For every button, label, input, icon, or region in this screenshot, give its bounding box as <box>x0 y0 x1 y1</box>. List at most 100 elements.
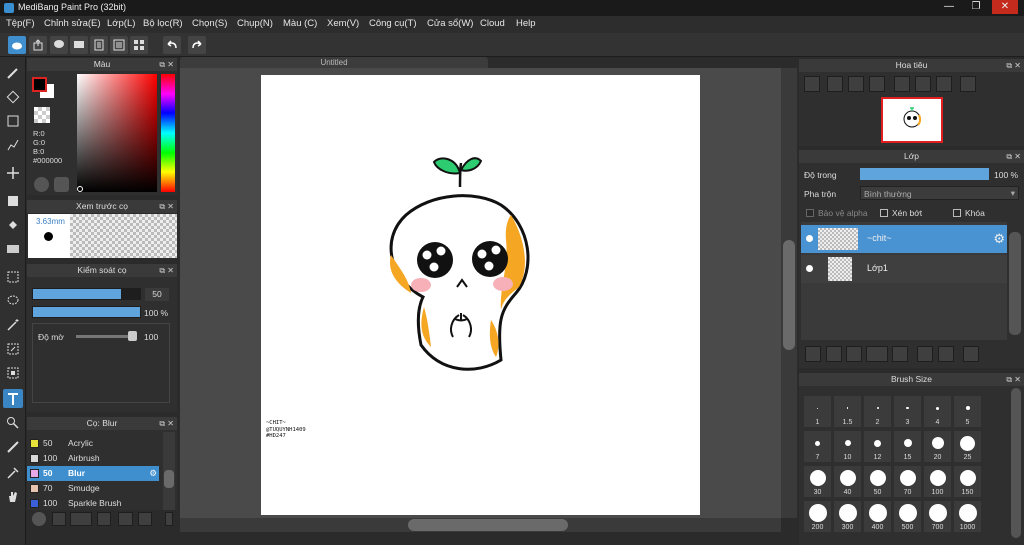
panel-float-close-icon[interactable]: ⧉ ✕ <box>1006 150 1021 163</box>
menu-tools[interactable]: Công cụ(T) <box>369 18 417 29</box>
zoom-fit-icon[interactable] <box>804 76 820 92</box>
brush-size-cell[interactable]: 7 <box>804 431 831 462</box>
maximize-button[interactable]: ❐ <box>963 0 989 14</box>
menu-filter[interactable]: Bộ lọc(R) <box>143 18 183 29</box>
hand-tool-icon[interactable] <box>3 487 23 506</box>
menu-layer[interactable]: Lớp(L) <box>107 18 135 29</box>
hue-slider[interactable] <box>161 74 175 192</box>
duplicate-brush-icon[interactable] <box>138 512 152 526</box>
brush-size-cell[interactable]: 10 <box>834 431 861 462</box>
fullscreen-icon[interactable] <box>915 76 931 92</box>
brush-settings-icon[interactable] <box>97 512 111 526</box>
eyedropper-tool-icon[interactable] <box>3 463 23 482</box>
new-halftone-layer-icon[interactable] <box>826 346 842 362</box>
brush-size-cell[interactable]: 25 <box>954 431 981 462</box>
color-picker-icon[interactable] <box>54 177 69 192</box>
delete-brush-icon[interactable] <box>165 512 173 526</box>
lasso-tool-icon[interactable] <box>3 291 23 310</box>
brush-size-cell[interactable]: 15 <box>894 431 921 462</box>
menu-select[interactable]: Chọn(S) <box>192 18 227 29</box>
brush-size-cell[interactable]: 4 <box>924 396 951 427</box>
magic-wand-icon[interactable] <box>3 315 23 334</box>
blend-mode-select[interactable]: Bình thường ▾ <box>860 186 1019 200</box>
transparent-color-swatch[interactable] <box>34 107 50 123</box>
rotate-left-icon[interactable] <box>894 76 910 92</box>
brush-size-cell[interactable]: 200 <box>804 501 831 532</box>
panel-float-close-icon[interactable]: ⧉ ✕ <box>1006 373 1021 386</box>
brush-size-slider[interactable] <box>32 288 141 300</box>
canvas-vertical-scroll-thumb[interactable] <box>783 240 795 350</box>
canvas-horizontal-scroll-thumb[interactable] <box>408 519 568 531</box>
brush-item-smudge[interactable]: 70 Smudge <box>27 481 159 496</box>
rectangle-tool-icon[interactable] <box>3 111 23 130</box>
comment-icon[interactable] <box>50 36 68 54</box>
brush-size-cell[interactable]: 12 <box>864 431 891 462</box>
text-tool-icon[interactable] <box>3 389 23 408</box>
brush-size-cell[interactable]: 3 <box>894 396 921 427</box>
cloud-brush-icon[interactable] <box>32 512 46 526</box>
duplicate-layer-icon[interactable] <box>917 346 933 362</box>
brush-size-cell[interactable]: 5 <box>954 396 981 427</box>
brush-size-cell[interactable]: 20 <box>924 431 951 462</box>
lock-checkbox[interactable] <box>953 209 961 217</box>
brush-size-cell[interactable]: 30 <box>804 466 831 497</box>
new-brush-icon[interactable] <box>52 512 66 526</box>
gear-icon[interactable]: ⚙ <box>149 466 157 481</box>
eye-icon[interactable] <box>806 265 813 272</box>
gear-icon[interactable]: ⚙ <box>993 231 1005 247</box>
new-bit-layer-icon[interactable] <box>846 346 862 362</box>
divide-tool-icon[interactable] <box>3 437 23 456</box>
actual-size-icon[interactable] <box>848 76 864 92</box>
brush-size-cell[interactable]: 70 <box>894 466 921 497</box>
brush-size-cell[interactable]: 300 <box>834 501 861 532</box>
brush-item-airbrush[interactable]: 100 Airbrush <box>27 451 159 466</box>
layer-opacity-slider[interactable] <box>860 168 989 180</box>
brush-size-cell[interactable]: 2 <box>864 396 891 427</box>
brush-list-scroll-thumb[interactable] <box>164 470 174 488</box>
brush-size-scrollbar[interactable] <box>1011 388 1021 538</box>
color-palette-icon[interactable] <box>34 177 49 192</box>
clipping-checkbox[interactable] <box>880 209 888 217</box>
minimize-button[interactable]: — <box>936 0 962 14</box>
layer-folder-icon[interactable] <box>892 346 908 362</box>
menu-cloud[interactable]: Cloud <box>480 18 505 29</box>
close-button[interactable]: ✕ <box>992 0 1018 14</box>
menu-color[interactable]: Màu (C) <box>283 18 317 29</box>
eye-icon[interactable] <box>806 235 813 242</box>
panel-float-close-icon[interactable]: ⧉ ✕ <box>159 417 174 430</box>
panel-float-close-icon[interactable]: ⧉ ✕ <box>159 58 174 71</box>
brush-tool-icon[interactable] <box>3 63 23 82</box>
merge-layer-icon[interactable] <box>938 346 954 362</box>
panel-float-close-icon[interactable]: ⧉ ✕ <box>1006 59 1021 72</box>
layer-row-chit[interactable]: ~chit~ ⚙ <box>801 225 1007 253</box>
move-tool-icon[interactable] <box>3 163 23 182</box>
menu-help[interactable]: Help <box>516 18 536 29</box>
panel-float-close-icon[interactable]: ⧉ ✕ <box>159 200 174 213</box>
layer-list-scrollbar[interactable] <box>1009 232 1021 335</box>
brush-size-cell[interactable]: 700 <box>924 501 951 532</box>
blur-slider[interactable] <box>76 335 136 338</box>
document-tab[interactable]: Untitled <box>180 57 488 68</box>
panel-float-close-icon[interactable]: ⧉ ✕ <box>159 264 174 277</box>
menu-file[interactable]: Tệp(F) <box>6 18 35 29</box>
brush-size-cell[interactable]: 1 <box>804 396 831 427</box>
delete-layer-icon[interactable] <box>963 346 979 362</box>
brush-size-cell[interactable]: 1.5 <box>834 396 861 427</box>
rotate-right-icon[interactable] <box>936 76 952 92</box>
undo-icon[interactable] <box>163 36 181 54</box>
share-icon[interactable] <box>29 36 47 54</box>
select-tool-icon[interactable] <box>3 267 23 286</box>
brush-item-blur[interactable]: 50 Blur ⚙ <box>27 466 159 481</box>
add-layer-dropdown-icon[interactable] <box>866 346 888 362</box>
brush-opacity-slider[interactable] <box>32 306 141 318</box>
cloud-icon[interactable] <box>8 36 26 54</box>
brush-item-sparkle[interactable]: 100 Sparkle Brush <box>27 496 159 511</box>
select-eraser-icon[interactable] <box>3 363 23 382</box>
menu-capture[interactable]: Chụp(N) <box>237 18 273 29</box>
color-cursor[interactable] <box>77 186 83 192</box>
document-icon[interactable] <box>90 36 108 54</box>
comment-list-icon[interactable] <box>70 36 88 54</box>
menu-edit[interactable]: Chỉnh sửa(E) <box>44 18 101 29</box>
page-list-icon[interactable] <box>110 36 128 54</box>
protect-alpha-checkbox[interactable] <box>806 209 814 217</box>
